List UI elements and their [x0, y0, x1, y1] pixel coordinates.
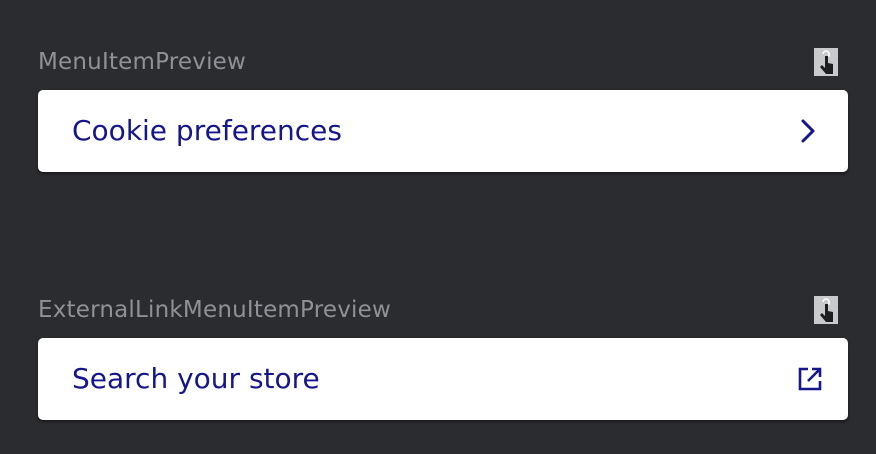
menu-item-label: Search your store: [72, 362, 320, 395]
interactive-preview-icon[interactable]: [814, 296, 838, 324]
chevron-right-icon: [801, 119, 815, 143]
preview-label: MenuItemPreview: [38, 49, 247, 75]
menu-item-label: Cookie preferences: [72, 114, 342, 147]
interactive-preview-icon[interactable]: [814, 48, 838, 76]
menu-item-cookie-preferences[interactable]: Cookie preferences: [38, 90, 848, 172]
preview-label: ExternalLinkMenuItemPreview: [38, 297, 391, 323]
external-link-icon: [798, 367, 822, 391]
menu-item-search-your-store[interactable]: Search your store: [38, 338, 848, 420]
